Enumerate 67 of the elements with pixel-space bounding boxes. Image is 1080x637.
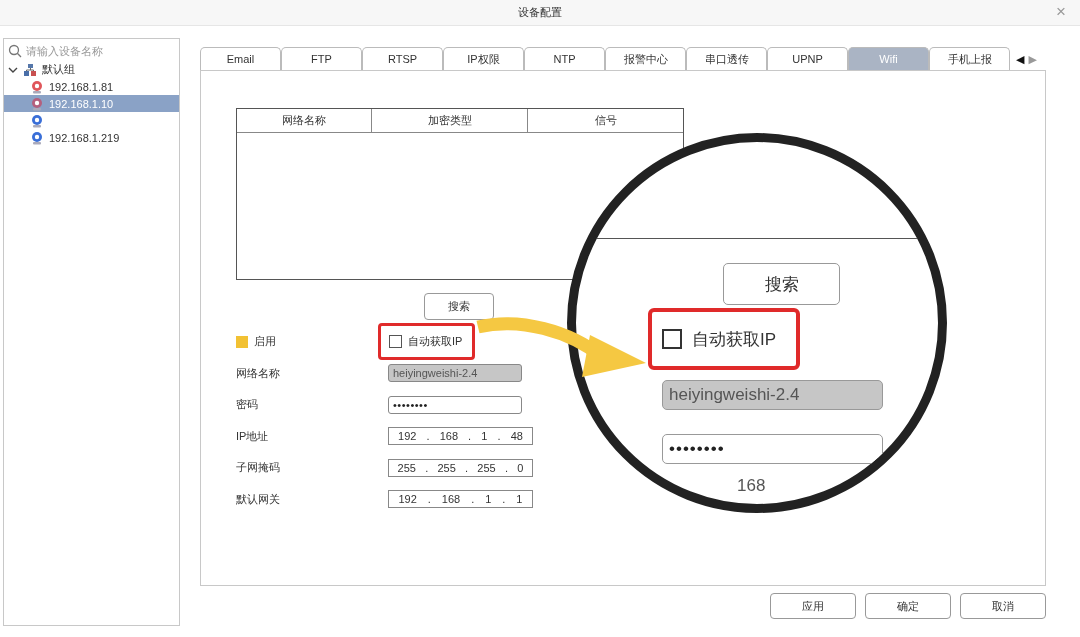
search-icon — [8, 44, 22, 58]
dialog-button[interactable]: 确定 — [865, 593, 951, 619]
column-header[interactable]: 加密类型 — [372, 109, 528, 132]
ip-octet: 168 — [439, 430, 458, 443]
ip-octet: 255 — [437, 461, 456, 474]
tab[interactable]: IP权限 — [443, 47, 524, 70]
password-field[interactable]: •••••••• — [662, 434, 883, 464]
ip-field[interactable]: 192 . 168 . 1 . 1 — [388, 490, 533, 509]
tab[interactable]: FTP — [281, 47, 362, 70]
ip-octet: 1 — [485, 493, 492, 506]
ip-octet: 1 — [481, 430, 488, 443]
tree-item-label: 192.168.1.81 — [49, 80, 114, 93]
tree-item[interactable]: 默认组 — [4, 61, 179, 78]
ip-field[interactable]: 255 . 255 . 255 . 0 — [388, 458, 533, 477]
ip-octet: 192 — [398, 430, 417, 443]
checkbox-label: 启用 — [254, 334, 276, 350]
column-header[interactable]: 网络名称 — [237, 109, 372, 132]
ip-octet: 168 — [737, 476, 766, 496]
window-title: 设备配置 — [518, 5, 562, 20]
separator: . — [502, 493, 506, 506]
dialog-button[interactable]: 应用 — [770, 593, 856, 619]
dialog-button[interactable]: 取消 — [960, 593, 1046, 619]
tree-item-label: 192.168.1.219 — [49, 131, 120, 144]
tree-item[interactable]: 192.168.1.219 — [4, 129, 179, 146]
search-field[interactable]: 请输入设备名称 — [26, 45, 166, 57]
separator: . — [425, 461, 429, 474]
password-field[interactable]: •••••••• — [388, 395, 522, 414]
ip-octet: 168 — [441, 493, 461, 506]
field-label: 子网掩码 — [236, 460, 281, 476]
separator: . — [471, 493, 475, 506]
tree-item-label: 默认组 — [42, 62, 75, 77]
tab[interactable]: NTP — [524, 47, 605, 70]
ip-octet: 255 — [477, 461, 496, 474]
ip-field[interactable]: 192 . 168 . 1 . 48 — [388, 427, 533, 446]
separator: . — [427, 493, 431, 506]
checkbox-label: 自动获取IP — [408, 334, 463, 350]
tab[interactable]: UPNP — [767, 47, 848, 70]
tab[interactable]: 串口透传 — [686, 47, 767, 70]
tab[interactable]: 手机上报 — [929, 47, 1010, 70]
tab[interactable]: RTSP — [362, 47, 443, 70]
tab[interactable]: 报警中心 — [605, 47, 686, 70]
checkbox[interactable] — [662, 329, 682, 349]
field-label: IP地址 — [236, 428, 270, 444]
field-label: 密码 — [236, 397, 259, 413]
network-name-field[interactable]: heiyingweishi-2.4 — [662, 380, 883, 410]
separator: . — [426, 430, 430, 443]
search-button[interactable]: 搜索 — [723, 263, 840, 305]
separator: . — [504, 461, 508, 474]
scroll-left-button[interactable]: ◀ — [1016, 53, 1025, 66]
ip-octet: 0 — [517, 461, 524, 474]
field-label: 默认网关 — [236, 491, 281, 507]
separator: . — [497, 430, 501, 443]
field-label: 网络名称 — [236, 365, 281, 381]
search-button[interactable]: 搜索 — [424, 293, 494, 320]
network-icon — [23, 62, 37, 77]
checkbox-label: 自动获取IP — [692, 328, 777, 351]
tree-item-label: 192.168.1.10 — [49, 97, 114, 110]
ip-octet: 255 — [397, 461, 416, 474]
column-header[interactable]: 信号 — [528, 109, 683, 132]
separator: . — [468, 430, 472, 443]
ip-octet: 192 — [398, 493, 417, 506]
tab[interactable]: Email — [200, 47, 281, 70]
ip-octet: 48 — [510, 430, 523, 443]
ip-octet: 1 — [516, 493, 523, 506]
checkbox[interactable] — [389, 335, 402, 349]
tree-item[interactable]: 192.168.1.81 — [4, 78, 179, 95]
separator: . — [465, 461, 469, 474]
